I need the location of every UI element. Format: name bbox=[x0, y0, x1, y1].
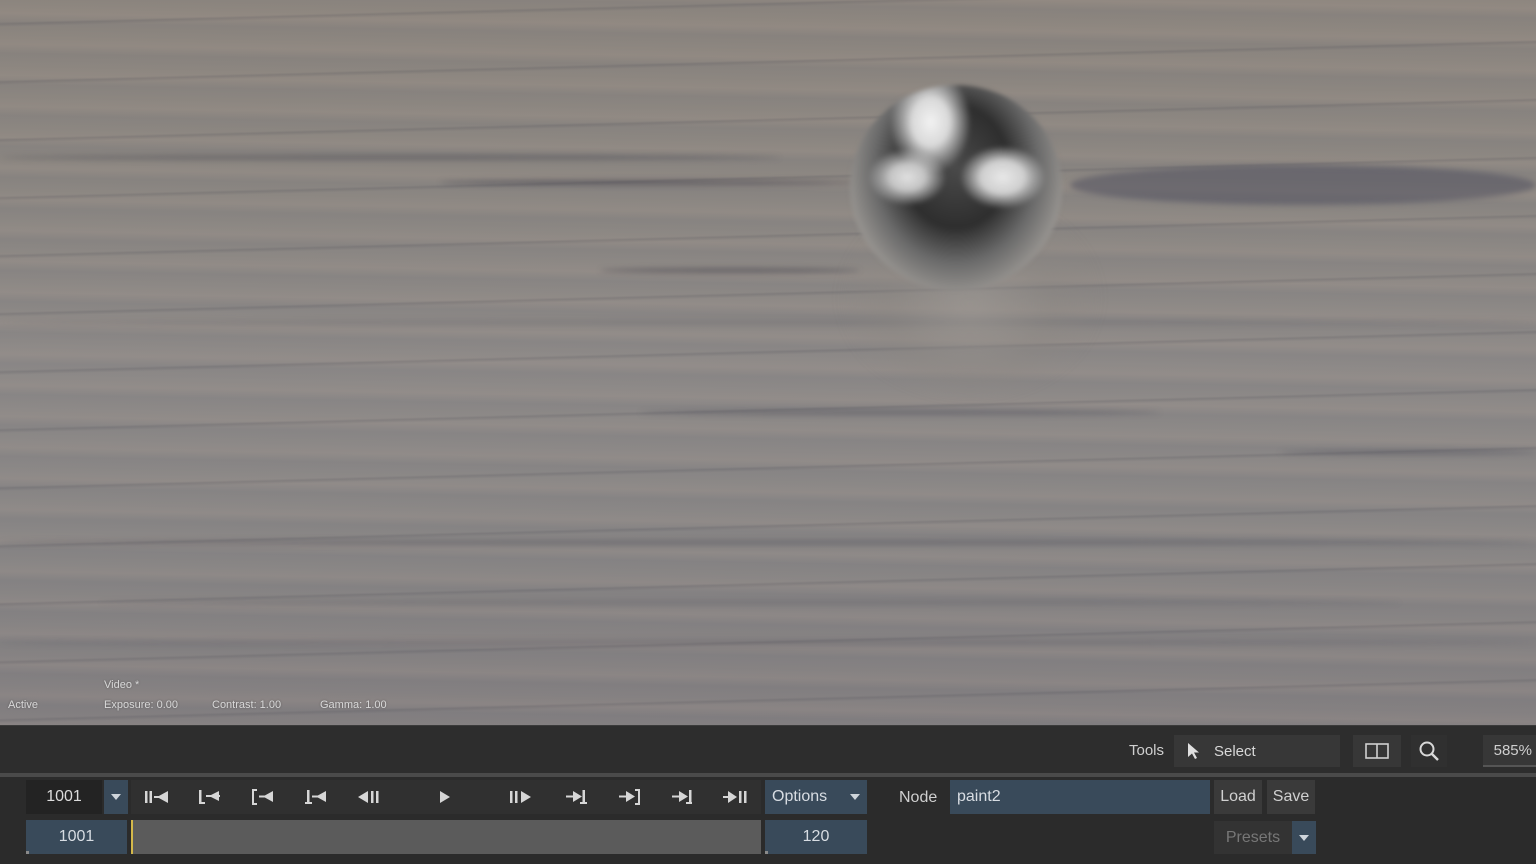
step-back-key-icon bbox=[305, 790, 326, 804]
step-forward-button[interactable] bbox=[501, 780, 541, 814]
previous-mark-button[interactable] bbox=[243, 780, 283, 814]
magnifier-icon bbox=[1419, 741, 1439, 761]
zoom-level-field[interactable]: 585% bbox=[1483, 735, 1536, 767]
save-button[interactable]: Save bbox=[1267, 780, 1315, 814]
chevron-down-icon bbox=[1299, 834, 1309, 841]
chevron-down-icon bbox=[111, 794, 121, 800]
chrome-ball bbox=[850, 85, 1062, 290]
field-corner-mark bbox=[26, 851, 29, 854]
playhead[interactable] bbox=[131, 820, 133, 854]
go-to-start-button[interactable] bbox=[137, 780, 177, 814]
wood-grain bbox=[1070, 165, 1536, 205]
next-keyframe-button[interactable] bbox=[662, 780, 702, 814]
go-to-start-icon bbox=[145, 791, 168, 803]
wood-grain bbox=[440, 180, 860, 185]
load-button[interactable]: Load bbox=[1214, 780, 1262, 814]
timeline-scrubber[interactable] bbox=[131, 820, 761, 854]
tools-label: Tools bbox=[1129, 742, 1165, 759]
go-to-end-icon bbox=[723, 791, 747, 803]
viewer-channel: Video * bbox=[104, 679, 140, 691]
node-name-input[interactable] bbox=[950, 780, 1210, 814]
next-keyframe-icon bbox=[672, 790, 692, 804]
split-view-icon bbox=[1365, 743, 1389, 759]
viewer-info-bar: Video * Active Exposure: 0.00 Contrast: … bbox=[0, 679, 1536, 725]
next-mark-button[interactable] bbox=[609, 780, 649, 814]
go-to-end-button[interactable] bbox=[715, 780, 755, 814]
frame-dropdown-button[interactable] bbox=[104, 780, 128, 814]
current-frame-field[interactable]: 1001 bbox=[26, 780, 102, 814]
node-label: Node bbox=[899, 789, 938, 806]
step-back-button[interactable] bbox=[349, 780, 389, 814]
viewer-contrast: Contrast: 1.00 bbox=[212, 699, 282, 711]
presets-dropdown-button[interactable] bbox=[1292, 821, 1316, 854]
image-viewer[interactable]: Video * Active Exposure: 0.00 Contrast: … bbox=[0, 0, 1536, 725]
tool-selector[interactable]: Select bbox=[1174, 735, 1340, 767]
wood-grain bbox=[0, 540, 1536, 545]
end-frame-value: 120 bbox=[802, 828, 830, 845]
step-forward-icon bbox=[510, 791, 531, 803]
step-forward-key-button[interactable] bbox=[556, 780, 596, 814]
viewer-toolbar: Tools Select 585% bbox=[0, 725, 1536, 773]
zoom-button[interactable] bbox=[1411, 735, 1447, 767]
start-frame-field[interactable]: 1001 bbox=[26, 820, 127, 854]
viewer-status: Active bbox=[8, 699, 38, 711]
viewer-gamma: Gamma: 1.00 bbox=[320, 699, 387, 711]
previous-keyframe-icon bbox=[199, 790, 220, 804]
next-mark-icon bbox=[619, 789, 640, 805]
step-back-icon bbox=[358, 791, 379, 803]
wood-grain bbox=[640, 410, 1160, 415]
viewer-exposure: Exposure: 0.00 bbox=[104, 699, 178, 711]
presets-button[interactable]: Presets bbox=[1214, 821, 1292, 854]
start-frame-value: 1001 bbox=[58, 828, 95, 845]
step-back-key-button[interactable] bbox=[296, 780, 336, 814]
previous-keyframe-button[interactable] bbox=[190, 780, 230, 814]
wood-grain bbox=[100, 600, 1400, 605]
field-corner-mark bbox=[765, 851, 768, 854]
options-dropdown-button[interactable] bbox=[843, 780, 867, 814]
end-frame-field[interactable]: 120 bbox=[765, 820, 867, 854]
split-view-button[interactable] bbox=[1353, 735, 1401, 767]
wood-grain bbox=[600, 268, 860, 273]
chevron-down-icon bbox=[850, 794, 860, 800]
arrow-cursor-icon bbox=[1174, 742, 1214, 760]
play-icon bbox=[440, 791, 450, 803]
options-button[interactable]: Options bbox=[765, 780, 843, 814]
wood-grain bbox=[0, 155, 780, 160]
wood-grain bbox=[0, 320, 1536, 325]
transport-panel: 1001 Options Node paint2 Load Save 1001 … bbox=[0, 777, 1536, 864]
playback-controls bbox=[131, 780, 761, 814]
wood-grain bbox=[1280, 450, 1536, 455]
play-button[interactable] bbox=[425, 780, 465, 814]
wood-grain bbox=[0, 640, 1536, 645]
previous-mark-icon bbox=[252, 789, 273, 805]
step-forward-key-icon bbox=[566, 790, 587, 804]
tool-selector-label: Select bbox=[1214, 742, 1256, 760]
